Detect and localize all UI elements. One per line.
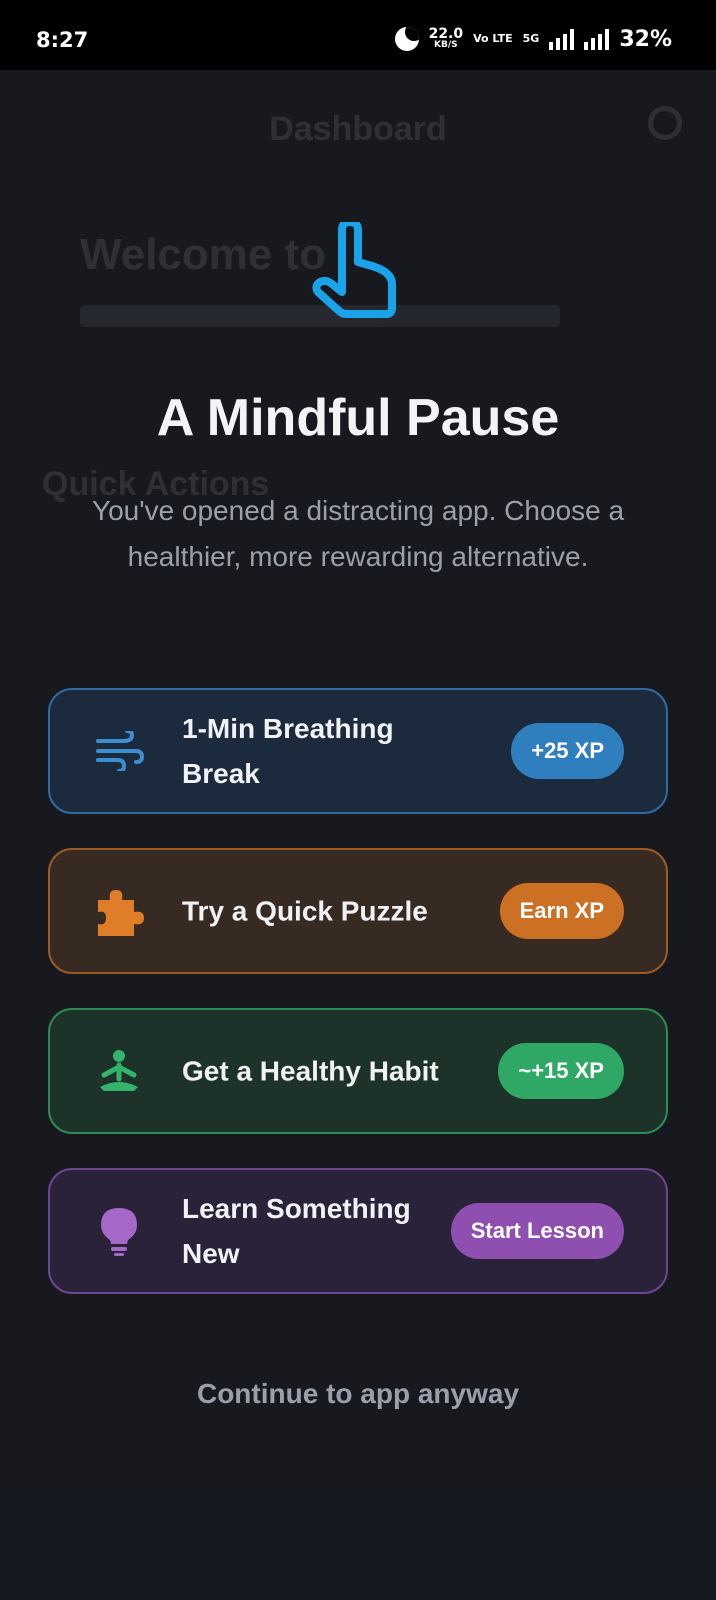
xp-badge: Earn XP xyxy=(499,883,624,939)
network-type: 5G xyxy=(522,32,540,45)
option-label: 1-Min Breathing Break xyxy=(182,713,394,789)
battery-level: 32% xyxy=(619,26,672,52)
option-label: Get a Healthy Habit xyxy=(182,1055,439,1087)
do-not-disturb-icon xyxy=(394,27,419,51)
status-icons: 22.0 KB/S Vo LTE 5G 32% xyxy=(394,24,672,54)
status-bar: 8:27 22.0 KB/S Vo LTE 5G 32% xyxy=(0,0,716,70)
lightbulb-icon xyxy=(94,1206,144,1256)
xp-badge: ~+15 XP xyxy=(498,1043,624,1099)
overlay-title: A Mindful Pause xyxy=(156,389,560,447)
continue-anyway-link[interactable]: Continue to app anyway xyxy=(0,1378,716,1410)
healthy-habit-option[interactable]: Get a Healthy Habit ~+15 XP xyxy=(48,1008,668,1134)
signal-icon xyxy=(549,28,575,50)
network-speed: 22.0 KB/S xyxy=(429,27,464,50)
xp-badge: +25 XP xyxy=(511,723,624,779)
signal-icon-2 xyxy=(584,28,610,50)
start-lesson-badge: Start Lesson xyxy=(450,1203,624,1259)
option-label: Try a Quick Puzzle xyxy=(182,895,428,927)
pointing-hand-icon xyxy=(312,222,396,318)
learn-something-option[interactable]: Learn Something New Start Lesson xyxy=(48,1168,668,1294)
quick-puzzle-option[interactable]: Try a Quick Puzzle Earn XP xyxy=(48,848,668,974)
volte-indicator: Vo LTE xyxy=(473,32,513,45)
meditation-icon xyxy=(94,1046,144,1096)
breathing-break-option[interactable]: 1-Min Breathing Break +25 XP xyxy=(48,688,668,814)
puzzle-icon xyxy=(94,886,144,936)
option-label: Learn Something New xyxy=(182,1193,411,1269)
overlay-subtitle: You've opened a distracting app. Choose … xyxy=(91,495,625,572)
status-time: 8:27 xyxy=(36,28,89,52)
mindful-pause-overlay: A Mindful Pause You've opened a distract… xyxy=(0,70,716,1600)
wind-icon xyxy=(94,726,144,776)
